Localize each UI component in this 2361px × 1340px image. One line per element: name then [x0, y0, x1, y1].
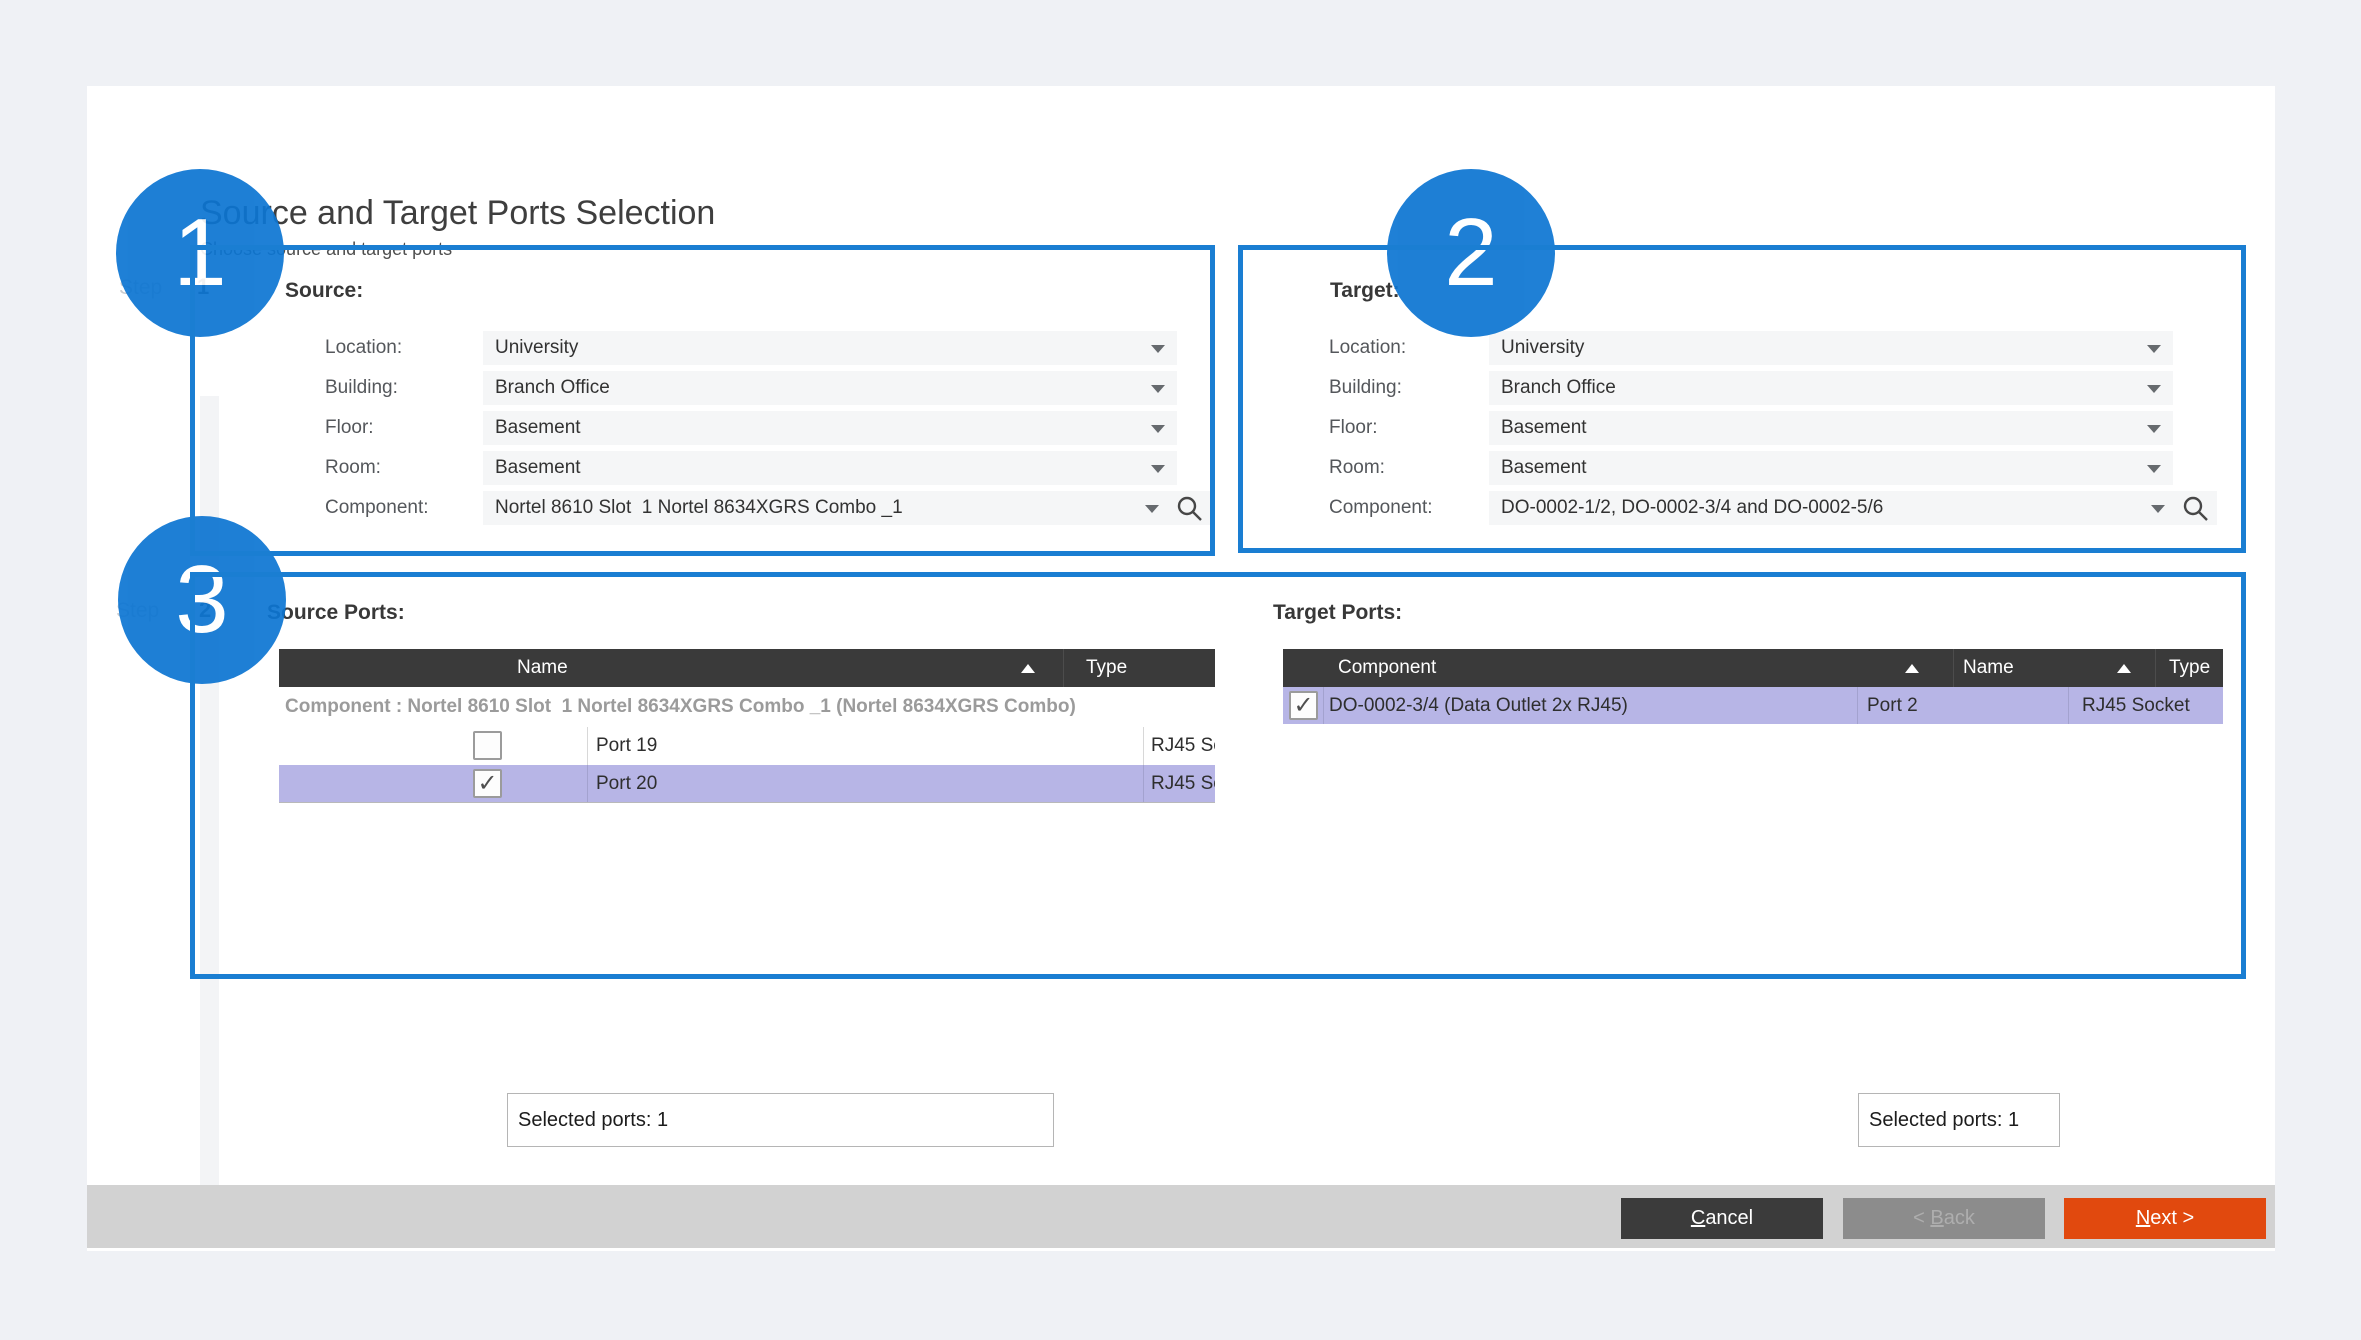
table-row[interactable]: Port 19 RJ45 Socket [279, 727, 1215, 765]
target-building-label: Building: [1329, 377, 1489, 399]
target-location-label: Location: [1329, 337, 1489, 359]
source-room-label: Room: [325, 457, 485, 479]
search-icon[interactable] [2182, 495, 2209, 527]
cancel-button[interactable]: Cancel [1621, 1198, 1823, 1239]
target-room-dropdown[interactable]: Basement [1489, 451, 2173, 485]
back-label-rest: ack [1944, 1207, 1975, 1229]
target-ports-table-header: Component Name Type [1283, 649, 2223, 687]
source-floor-label: Floor: [325, 417, 485, 439]
target-component-label: Component: [1329, 497, 1489, 519]
source-ports-heading: Source Ports: [267, 601, 405, 625]
cancel-mnemonic: C [1691, 1207, 1705, 1229]
chevron-down-icon [2151, 505, 2165, 513]
search-icon[interactable] [1176, 495, 1203, 527]
row-checkbox[interactable]: ✓ [1289, 691, 1318, 720]
chevron-down-icon [1145, 505, 1159, 513]
back-mnemonic: B [1930, 1207, 1943, 1229]
source-ports-table-header: Name Type [279, 649, 1215, 687]
source-component-label: Component: [325, 497, 485, 519]
target-building-value: Branch Office [1501, 377, 1616, 399]
source-floor-dropdown[interactable]: Basement [483, 411, 1177, 445]
target-panel-heading: Target: [1330, 279, 1400, 303]
table-row[interactable]: ✓ Port 20 RJ45 Socket [279, 765, 1215, 803]
port-name-cell: Port 20 [587, 765, 1143, 802]
component-cell: DO-0002-3/4 (Data Outlet 2x RJ45) [1323, 687, 1857, 724]
chevron-down-icon [1151, 465, 1165, 473]
source-ports-group-row: Component : Nortel 8610 Slot 1 Nortel 86… [279, 687, 1215, 727]
target-room-label: Room: [1329, 457, 1489, 479]
source-floor-value: Basement [495, 417, 581, 439]
row-checkbox[interactable]: ✓ [473, 769, 502, 798]
chevron-down-icon [1151, 385, 1165, 393]
chevron-down-icon [1151, 345, 1165, 353]
target-ports-heading: Target Ports: [1273, 601, 1402, 625]
source-panel-heading: Source: [285, 279, 363, 303]
chevron-down-icon [2147, 425, 2161, 433]
screen: Source and Target Ports Selection Choose… [0, 0, 2361, 1340]
source-location-value: University [495, 337, 578, 359]
back-button[interactable]: < Back [1843, 1198, 2045, 1239]
source-selected-ports-box: Selected ports: 1 [507, 1093, 1054, 1147]
source-location-dropdown[interactable]: University [483, 331, 1177, 365]
next-mnemonic: N [2136, 1207, 2150, 1229]
target-ports-component-header[interactable]: Component [1338, 649, 1778, 687]
port-type-cell: RJ45 Socket [2068, 687, 2223, 724]
port-name-cell: Port 19 [587, 727, 1143, 765]
target-component-value: DO-0002-1/2, DO-0002-3/4 and DO-0002-5/6 [1501, 497, 1883, 519]
port-type-cell: RJ45 Socket [1143, 727, 1215, 765]
chevron-down-icon [2147, 465, 2161, 473]
source-ports-type-header[interactable]: Type [1063, 649, 1213, 687]
source-building-value: Branch Office [495, 377, 610, 399]
chevron-down-icon [1151, 425, 1165, 433]
source-building-label: Building: [325, 377, 485, 399]
target-component-dropdown[interactable]: DO-0002-1/2, DO-0002-3/4 and DO-0002-5/6 [1489, 491, 2217, 525]
source-location-label: Location: [325, 337, 485, 359]
annotation-badge-1: 1 [116, 169, 284, 337]
wizard-dialog: Source and Target Ports Selection Choose… [87, 86, 2275, 1251]
target-ports-name-header[interactable]: Name [1953, 649, 2103, 687]
annotation-badge-2: 2 [1387, 169, 1555, 337]
sort-ascending-icon [1021, 664, 1035, 673]
row-checkbox[interactable] [473, 731, 502, 760]
source-building-dropdown[interactable]: Branch Office [483, 371, 1177, 405]
target-floor-value: Basement [1501, 417, 1587, 439]
cancel-label-rest: ancel [1705, 1207, 1753, 1229]
port-name-cell: Port 2 [1857, 687, 2068, 724]
annotation-badge-3: 3 [118, 516, 286, 684]
chevron-down-icon [2147, 345, 2161, 353]
port-type-cell: RJ45 Socket [1143, 765, 1215, 802]
sort-ascending-icon [2117, 664, 2131, 673]
target-floor-dropdown[interactable]: Basement [1489, 411, 2173, 445]
target-building-dropdown[interactable]: Branch Office [1489, 371, 2173, 405]
target-room-value: Basement [1501, 457, 1587, 479]
source-room-value: Basement [495, 457, 581, 479]
back-label-pre: < [1913, 1207, 1930, 1229]
next-label-rest: ext > [2150, 1207, 2194, 1229]
table-row[interactable]: ✓ DO-0002-3/4 (Data Outlet 2x RJ45) Port… [1283, 687, 2223, 724]
target-floor-label: Floor: [1329, 417, 1489, 439]
target-location-value: University [1501, 337, 1584, 359]
sort-ascending-icon [1905, 664, 1919, 673]
target-selected-ports-box: Selected ports: 1 [1858, 1093, 2060, 1147]
target-location-dropdown[interactable]: University [1489, 331, 2173, 365]
next-button[interactable]: Next > [2064, 1198, 2266, 1239]
chevron-down-icon [2147, 385, 2161, 393]
source-component-value: Nortel 8610 Slot 1 Nortel 8634XGRS Combo… [495, 497, 903, 519]
target-ports-type-header[interactable]: Type [2155, 649, 2223, 687]
source-component-dropdown[interactable]: Nortel 8610 Slot 1 Nortel 8634XGRS Combo… [483, 491, 1211, 525]
source-ports-name-header[interactable]: Name [517, 649, 1017, 687]
source-room-dropdown[interactable]: Basement [483, 451, 1177, 485]
